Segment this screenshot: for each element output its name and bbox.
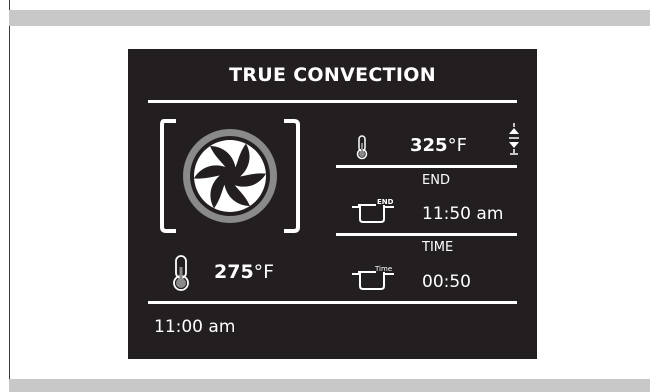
mode-title: TRUE CONVECTION	[229, 64, 436, 86]
title-divider	[148, 100, 517, 103]
pot-timer-icon: Time	[352, 265, 394, 290]
set-temp-number: 325	[410, 135, 448, 156]
current-temp-number: 275	[214, 261, 254, 283]
bottom-divider	[148, 301, 517, 304]
current-temp-value: 275°F	[214, 261, 274, 283]
end-label: END	[422, 173, 450, 188]
pot-timer-icon-text: Time	[374, 265, 392, 273]
left-edge-line	[9, 0, 10, 392]
clock: 11:00 am	[154, 317, 236, 337]
oven-display-panel: TRUE CONVECTION 325°F END END 11:50 am T…	[128, 49, 537, 359]
convection-fan-icon	[160, 119, 300, 233]
current-temp-unit: °F	[253, 261, 275, 283]
current-temp-thermometer-icon	[173, 255, 189, 291]
duration-value[interactable]: 00:50	[422, 272, 471, 292]
duration-label: TIME	[422, 240, 454, 255]
end-divider	[336, 233, 517, 236]
end-time-value[interactable]: 11:50 am	[422, 204, 503, 224]
set-temp-unit: °F	[447, 135, 467, 156]
pot-end-icon-text: END	[377, 198, 394, 206]
set-temp-divider	[336, 165, 517, 168]
up-down-arrows-icon[interactable]	[508, 123, 520, 155]
top-bar	[9, 10, 650, 26]
bottom-bar	[9, 379, 650, 392]
set-temp-value[interactable]: 325°F	[410, 135, 467, 156]
pot-end-icon: END	[352, 198, 394, 223]
set-temp-thermometer-icon	[356, 135, 368, 160]
